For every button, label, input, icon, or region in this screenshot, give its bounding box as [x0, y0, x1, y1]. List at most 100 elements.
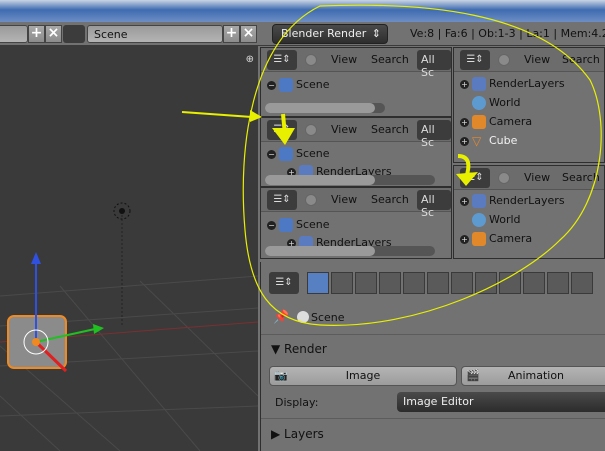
filter-icon[interactable] — [498, 172, 510, 184]
collapse-icon[interactable]: − — [267, 220, 276, 230]
tab-data-icon[interactable] — [475, 272, 497, 294]
pin-icon[interactable]: 📌 — [273, 310, 289, 325]
menu-view[interactable]: View — [331, 123, 357, 136]
display-mode-dropdown[interactable]: All Sc — [417, 120, 451, 149]
horizontal-scrollbar[interactable] — [265, 175, 435, 185]
editor-type-icon[interactable]: ☰⇕ — [460, 168, 490, 188]
outliner-1: ☰⇕ View Search All Sc − Scene — [260, 47, 452, 117]
expand-icon[interactable]: + — [460, 234, 469, 244]
screen-layout-field[interactable] — [0, 25, 28, 43]
delete-scene-button[interactable]: × — [240, 25, 257, 43]
scene-icon — [297, 311, 309, 323]
menu-view[interactable]: View — [524, 53, 550, 66]
tree-item-renderlayers[interactable]: RenderLayers — [489, 194, 565, 207]
tree-item-scene[interactable]: Scene — [296, 147, 330, 160]
editor-type-icon[interactable]: ☰⇕ — [460, 50, 490, 70]
scene-stats: Ve:8 | Fa:6 | Ob:1-3 | La:1 | Mem:4.21M — [410, 27, 605, 40]
scene-icon[interactable] — [63, 25, 85, 43]
add-screen-button[interactable]: + — [28, 25, 45, 43]
display-mode-dropdown[interactable]: All Sc — [417, 50, 451, 79]
tree-item-scene[interactable]: Scene — [296, 78, 330, 91]
outliner-4: ☰⇕ View Search + RenderLayers World + Came… — [453, 47, 605, 163]
render-engine-label: Blender Render — [281, 27, 367, 40]
clapperboard-icon: 🎬 — [466, 369, 480, 382]
filter-icon[interactable] — [305, 54, 317, 66]
3d-viewport[interactable]: ⊕ — [0, 46, 258, 451]
tab-object-icon[interactable] — [403, 272, 425, 294]
horizontal-scrollbar[interactable] — [265, 246, 435, 256]
properties-editor: ☰⇕ 📌 Scene ▼ Render 📷 Image 🎬 Animation Di… — [260, 262, 605, 451]
camera-icon — [472, 115, 486, 129]
camera-icon: 📷 — [274, 369, 288, 382]
tree-item-world[interactable]: World — [489, 96, 521, 109]
tab-scene-icon[interactable] — [355, 272, 377, 294]
horizontal-scrollbar[interactable] — [265, 103, 385, 113]
display-mode-dropdown[interactable]: All Sc — [417, 190, 451, 219]
world-icon — [472, 213, 486, 227]
render-panel-header[interactable]: ▼ Render — [271, 342, 327, 356]
viewport-scene — [0, 202, 258, 451]
add-region-icon[interactable]: ⊕ — [246, 54, 254, 65]
menu-search[interactable]: Search — [371, 53, 409, 66]
collapse-triangle-icon: ▼ — [271, 342, 285, 356]
tree-item-camera[interactable]: Camera — [489, 115, 532, 128]
delete-screen-button[interactable]: × — [45, 25, 62, 43]
scene-icon — [279, 78, 293, 92]
editor-type-icon[interactable]: ☰⇕ — [267, 50, 297, 70]
tab-texture-icon[interactable] — [523, 272, 545, 294]
expand-icon[interactable]: + — [460, 136, 469, 146]
scene-icon — [279, 147, 293, 161]
render-animation-button[interactable]: 🎬 Animation — [461, 366, 605, 386]
collapse-icon[interactable]: − — [267, 149, 276, 159]
mesh-icon: ▽ — [472, 134, 482, 148]
expand-icon[interactable]: + — [460, 196, 469, 206]
add-scene-button[interactable]: + — [223, 25, 240, 43]
render-layers-icon — [472, 77, 486, 91]
menu-search[interactable]: Search — [562, 53, 600, 66]
expand-triangle-icon: ▶ — [271, 427, 285, 441]
tab-render-layers-icon[interactable] — [331, 272, 353, 294]
editor-type-icon[interactable]: ☰⇕ — [269, 272, 299, 294]
scene-field[interactable]: Scene — [87, 25, 223, 43]
menu-search[interactable]: Search — [371, 123, 409, 136]
layers-panel-header[interactable]: ▶ Layers — [271, 427, 324, 441]
menu-search[interactable]: Search — [562, 171, 600, 184]
expand-icon[interactable]: + — [460, 79, 469, 89]
scene-icon — [279, 218, 293, 232]
window-titlebar — [0, 0, 605, 22]
menu-view[interactable]: View — [331, 53, 357, 66]
tree-item-world[interactable]: World — [489, 213, 521, 226]
menu-view[interactable]: View — [331, 193, 357, 206]
tab-render-icon[interactable] — [307, 272, 329, 294]
tab-modifiers-icon[interactable] — [451, 272, 473, 294]
outliner-3: ☰⇕ View Search All Sc − Scene + RenderLaye… — [260, 187, 452, 259]
display-label: Display: — [275, 396, 319, 409]
tree-item-camera[interactable]: Camera — [489, 232, 532, 245]
display-dropdown[interactable]: Image Editor — [397, 392, 605, 412]
context-path: Scene — [311, 311, 345, 324]
filter-icon[interactable] — [498, 54, 510, 66]
tab-particles-icon[interactable] — [547, 272, 569, 294]
render-engine-dropdown[interactable]: Blender Render ⇕ — [272, 24, 388, 44]
world-icon — [472, 96, 486, 110]
editor-type-icon[interactable]: ☰⇕ — [267, 120, 297, 140]
filter-icon[interactable] — [305, 194, 317, 206]
expand-icon[interactable]: + — [460, 117, 469, 127]
tab-physics-icon[interactable] — [571, 272, 593, 294]
chevron-updown-icon: ⇕ — [371, 27, 381, 40]
camera-icon — [472, 232, 486, 246]
tab-material-icon[interactable] — [499, 272, 521, 294]
render-image-button[interactable]: 📷 Image — [269, 366, 457, 386]
outliner-2: ☰⇕ View Search All Sc − Scene + RenderLaye… — [260, 117, 452, 187]
tab-constraints-icon[interactable] — [427, 272, 449, 294]
outliner-5: ☰⇕ View Search + RenderLayers World + Came… — [453, 165, 605, 259]
menu-view[interactable]: View — [524, 171, 550, 184]
editor-type-icon[interactable]: ☰⇕ — [267, 190, 297, 210]
filter-icon[interactable] — [305, 124, 317, 136]
menu-search[interactable]: Search — [371, 193, 409, 206]
collapse-icon[interactable]: − — [267, 80, 276, 90]
tree-item-cube[interactable]: Cube — [489, 134, 517, 147]
tree-item-scene[interactable]: Scene — [296, 218, 330, 231]
tab-world-icon[interactable] — [379, 272, 401, 294]
tree-item-renderlayers[interactable]: RenderLayers — [489, 77, 565, 90]
